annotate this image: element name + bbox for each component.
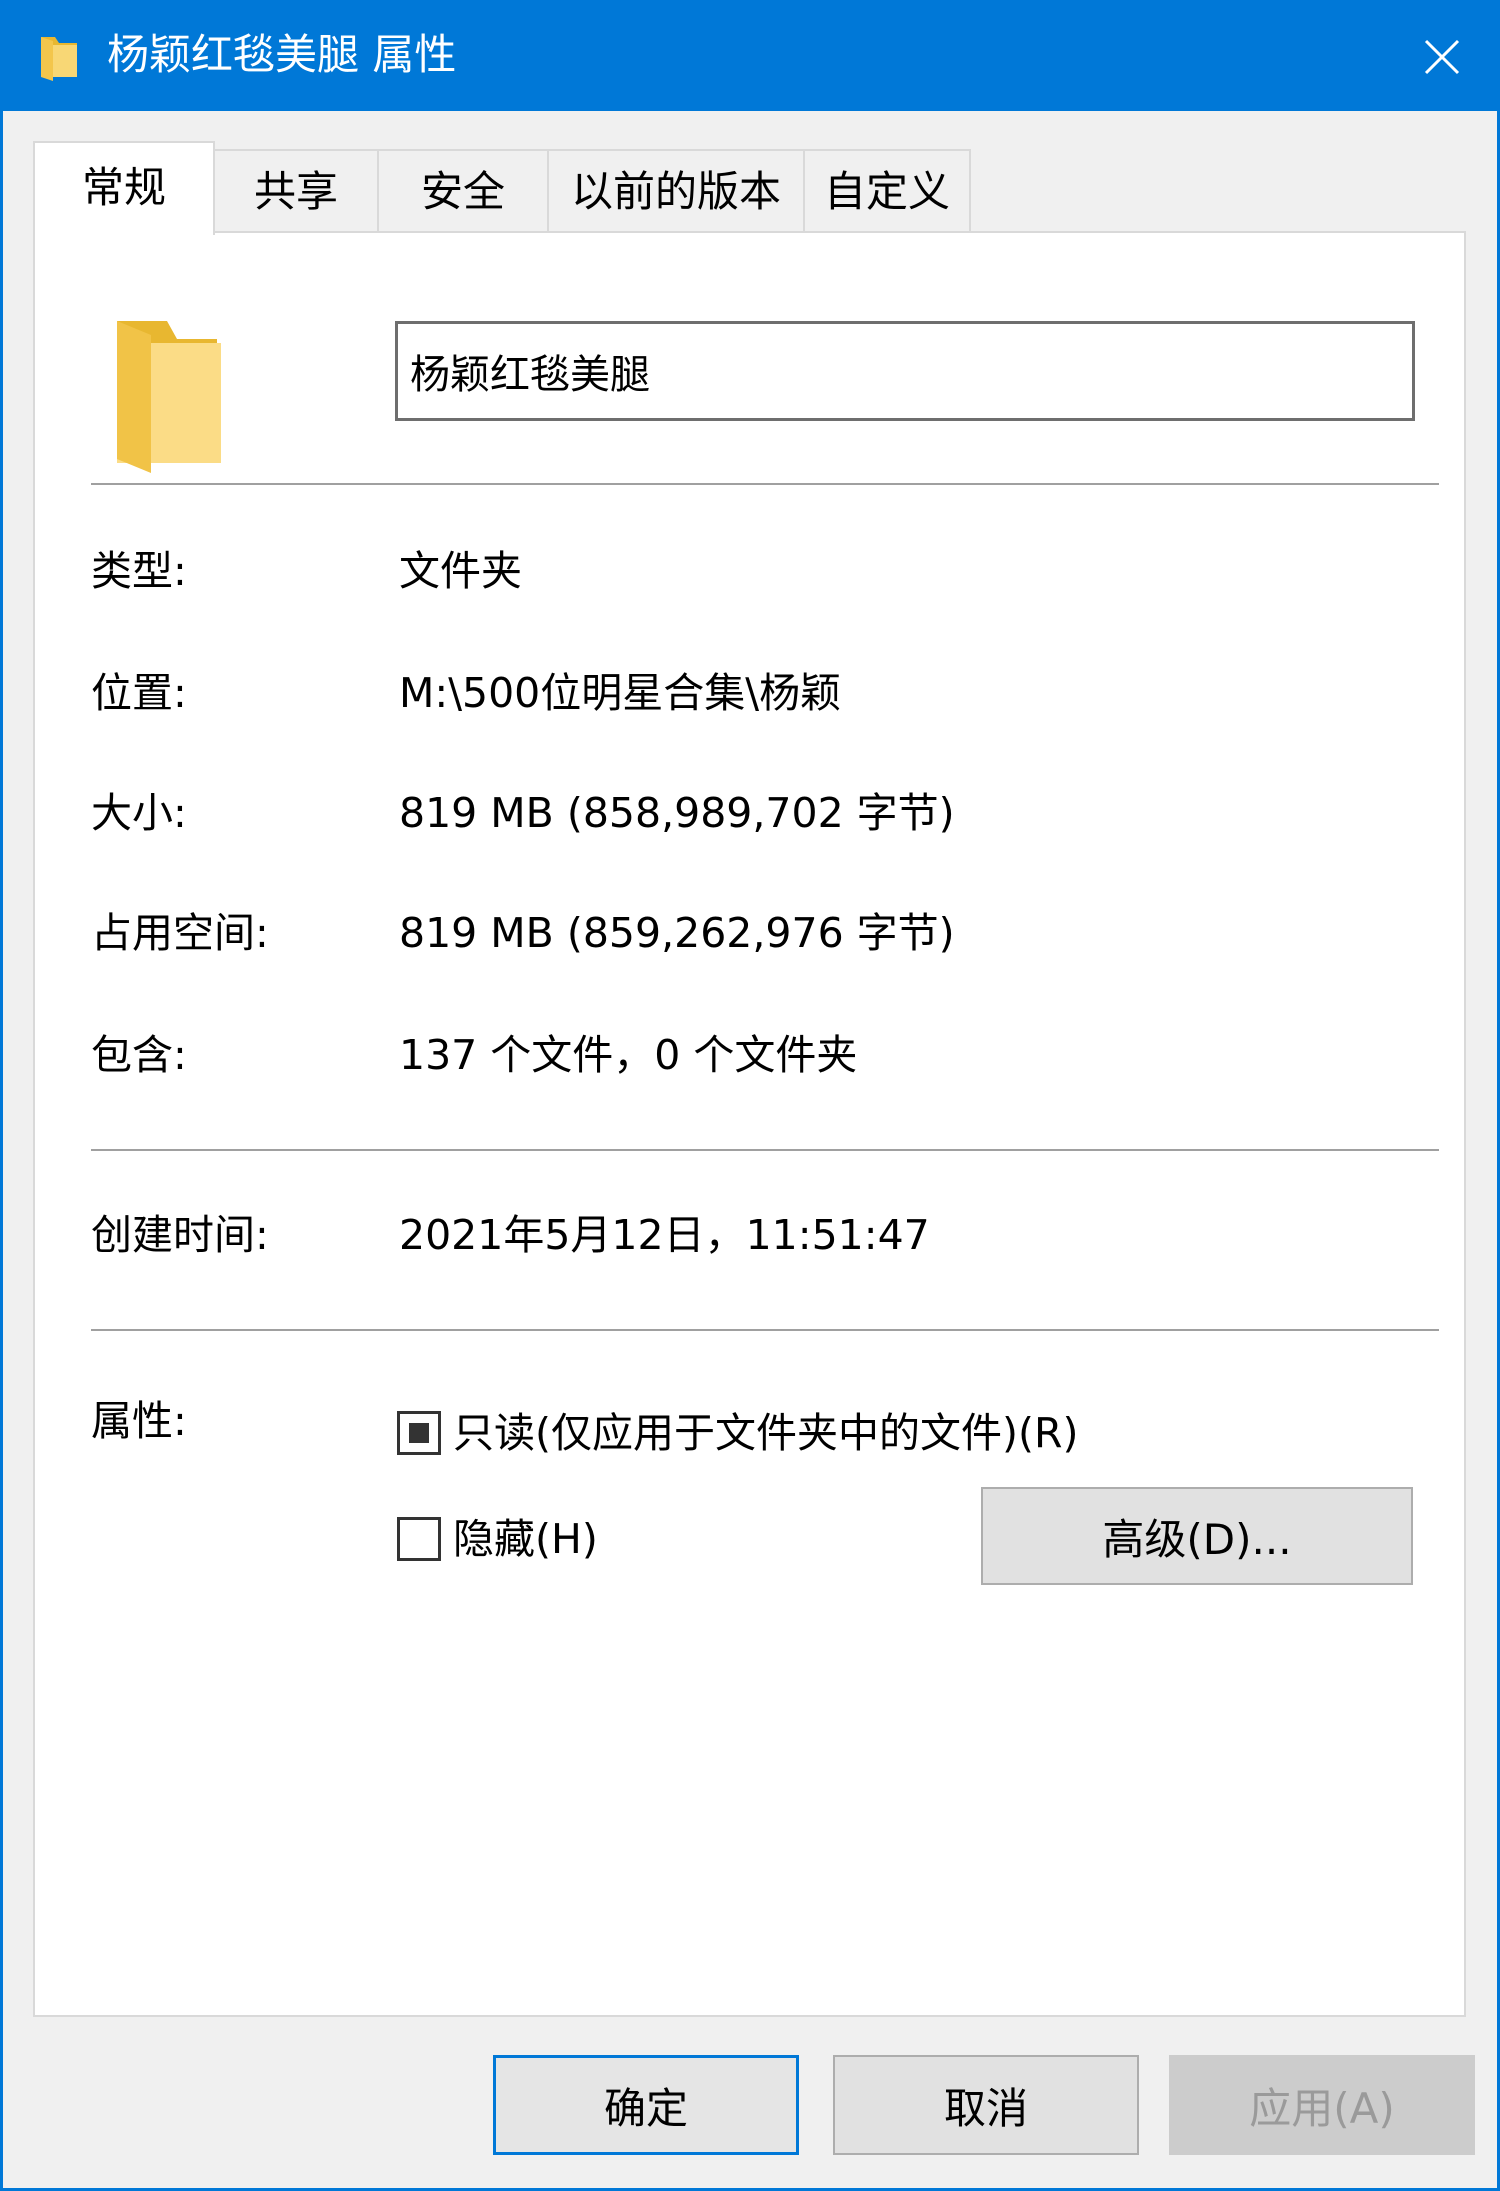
divider (91, 1329, 1439, 1331)
hidden-label[interactable]: 隐藏(H) (453, 1511, 598, 1567)
location-value: M:\500位明星合集\杨颖 (399, 669, 842, 717)
contains-value: 137 个文件，0 个文件夹 (399, 1031, 858, 1079)
readonly-label[interactable]: 只读(仅应用于文件夹中的文件)(R) (453, 1405, 1078, 1461)
readonly-checkbox[interactable] (397, 1411, 441, 1455)
attributes-label: 属性: (91, 1397, 187, 1445)
hidden-checkbox[interactable] (397, 1517, 441, 1561)
general-panel: 类型: 文件夹 位置: M:\500位明星合集\杨颖 大小: 819 MB (8… (33, 231, 1466, 2017)
tab-general[interactable]: 常规 (33, 141, 215, 235)
tab-label: 共享 (253, 167, 338, 216)
indeterminate-mark (409, 1423, 429, 1443)
tab-label: 以前的版本 (570, 167, 781, 216)
folder-icon (41, 37, 77, 81)
disk-size-value: 819 MB (859,262,976 字节) (399, 909, 955, 957)
type-label: 类型: (91, 547, 187, 595)
size-value: 819 MB (858,989,702 字节) (399, 789, 955, 837)
size-label: 大小: (91, 789, 187, 837)
disk-size-label: 占用空间: (91, 909, 269, 957)
cancel-button[interactable]: 取消 (833, 2055, 1139, 2155)
created-label: 创建时间: (91, 1211, 269, 1259)
folder-name-input[interactable] (395, 321, 1415, 421)
location-label: 位置: (91, 669, 187, 717)
properties-window: 杨颖红毯美腿 属性 常规 共享 安全 以前的版本 自定义 类型: 文件夹 位置:… (0, 0, 1500, 2191)
title-bar[interactable]: 杨颖红毯美腿 属性 (3, 3, 1497, 111)
divider (91, 1149, 1439, 1151)
contains-label: 包含: (91, 1031, 187, 1079)
folder-icon (117, 321, 221, 473)
tab-security[interactable]: 安全 (377, 149, 549, 231)
tab-label: 安全 (420, 167, 505, 216)
tab-sharing[interactable]: 共享 (213, 149, 379, 231)
ok-button[interactable]: 确定 (493, 2055, 799, 2155)
advanced-button[interactable]: 高级(D)... (981, 1487, 1413, 1585)
close-icon (1424, 39, 1460, 75)
created-value: 2021年5月12日，11:51:47 (399, 1211, 930, 1259)
tab-label: 常规 (81, 163, 166, 212)
apply-button[interactable]: 应用(A) (1169, 2055, 1475, 2155)
tab-customize[interactable]: 自定义 (803, 149, 971, 231)
close-button[interactable] (1387, 3, 1497, 111)
window-title: 杨颖红毯美腿 属性 (107, 30, 457, 79)
tab-previous-versions[interactable]: 以前的版本 (547, 149, 805, 231)
divider (91, 483, 1439, 485)
tab-label: 自定义 (823, 167, 950, 216)
type-value: 文件夹 (399, 547, 522, 595)
